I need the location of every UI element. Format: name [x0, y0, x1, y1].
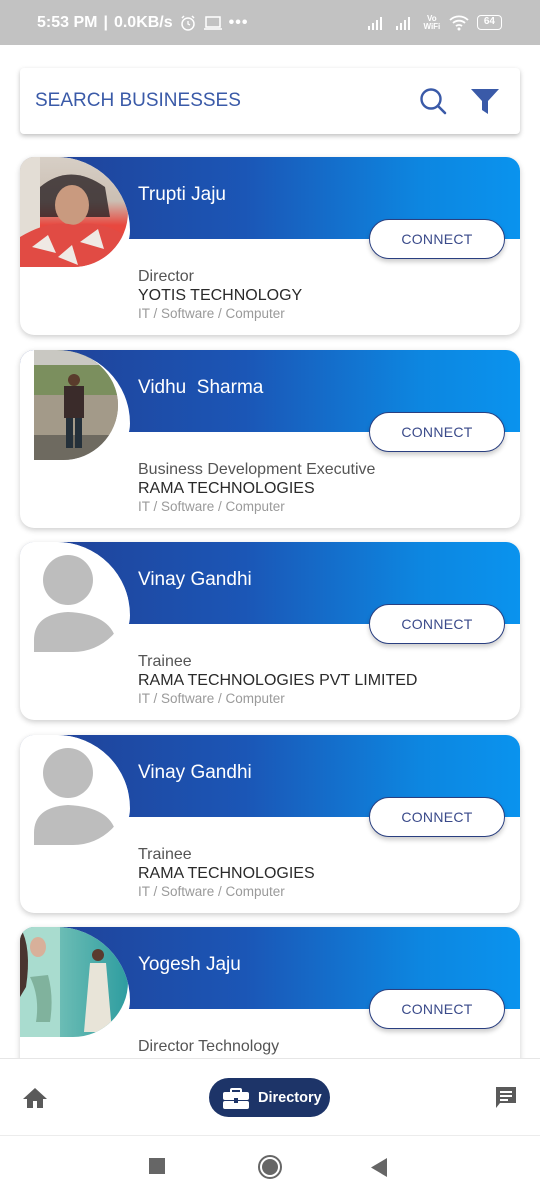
member-designation: Business Development Executive: [138, 461, 376, 478]
profile-photo: [20, 927, 112, 1037]
avatar[interactable]: [20, 735, 128, 845]
signal-icon: [367, 16, 382, 30]
back-triangle-icon: [371, 1158, 387, 1177]
member-info: Business Development Executive RAMA TECH…: [138, 460, 375, 516]
member-name: Vinay Gandhi: [138, 569, 252, 590]
square-icon: [149, 1158, 165, 1174]
member-designation: Trainee: [138, 846, 192, 863]
person-placeholder-icon: [34, 555, 116, 652]
nav-messages-button[interactable]: [494, 1085, 518, 1111]
filter-button[interactable]: [465, 81, 505, 121]
wifi-icon: [449, 15, 469, 30]
person-placeholder-icon: [34, 748, 116, 845]
avatar[interactable]: [20, 157, 128, 267]
home-button[interactable]: [257, 1154, 283, 1185]
connect-button[interactable]: CONNECT: [369, 797, 505, 837]
member-category: IT / Software / Computer: [138, 691, 285, 706]
bottom-navigation: Directory: [0, 1058, 540, 1136]
alarm-icon: [180, 14, 195, 31]
member-info: Director YOTIS TECHNOLOGY IT / Software …: [138, 267, 302, 323]
directory-card[interactable]: Vinay Gandhi CONNECT Trainee RAMA TECHNO…: [20, 542, 520, 720]
directory-card[interactable]: Yogesh Jaju CONNECT Director Technology: [20, 927, 520, 1058]
avatar[interactable]: [20, 927, 128, 1037]
signal-icon: [395, 16, 410, 30]
member-company: RAMA TECHNOLOGIES: [138, 480, 315, 497]
more-dots-icon: •••: [228, 13, 249, 31]
member-category: IT / Software / Computer: [138, 884, 285, 899]
filter-icon: [471, 89, 499, 114]
directory-card[interactable]: Trupti Jaju CONNECT Director YOTIS TECHN…: [20, 157, 520, 335]
vowifi-icon: Vo WiFi: [423, 13, 441, 31]
member-name: Trupti Jaju: [138, 184, 226, 205]
member-designation: Director: [138, 268, 195, 285]
circle-icon: [258, 1155, 282, 1179]
system-navigation-bar: [0, 1136, 540, 1200]
member-company: YOTIS TECHNOLOGY: [138, 287, 303, 304]
nav-directory-label: Directory: [258, 1089, 322, 1106]
profile-photo: [20, 157, 128, 267]
member-name: Vidhu Sharma: [138, 377, 264, 398]
connect-button[interactable]: CONNECT: [369, 412, 505, 452]
member-name: Yogesh Jaju: [138, 954, 241, 975]
member-category: IT / Software / Computer: [138, 499, 285, 514]
member-category: IT / Software / Computer: [138, 306, 285, 321]
nav-home-button[interactable]: [22, 1086, 48, 1110]
connect-button[interactable]: CONNECT: [369, 989, 505, 1029]
status-divider: |: [103, 13, 108, 31]
directory-card[interactable]: Vidhu Sharma CONNECT Business Developmen…: [20, 350, 520, 528]
directory-card[interactable]: Vinay Gandhi CONNECT Trainee RAMA TECHNO…: [20, 735, 520, 913]
directory-list[interactable]: Trupti Jaju CONNECT Director YOTIS TECHN…: [0, 145, 540, 1058]
nav-directory-button[interactable]: Directory: [209, 1078, 330, 1117]
chat-icon: [496, 1087, 516, 1108]
member-designation: Trainee: [138, 653, 192, 670]
back-button[interactable]: [371, 1158, 388, 1182]
connect-button[interactable]: CONNECT: [369, 219, 505, 259]
status-time: 5:53 PM: [37, 13, 98, 31]
recents-button[interactable]: [149, 1158, 166, 1180]
connect-button[interactable]: CONNECT: [369, 604, 505, 644]
search-icon: [420, 88, 447, 115]
search-bar: [20, 68, 520, 134]
search-button[interactable]: [413, 81, 453, 121]
member-company: RAMA TECHNOLOGIES: [138, 865, 315, 882]
member-info: Director Technology: [138, 1037, 279, 1056]
member-designation: Director Technology: [138, 1038, 280, 1055]
battery-icon: 64: [476, 15, 502, 30]
avatar[interactable]: [20, 542, 128, 652]
briefcase-icon: [223, 1087, 249, 1109]
network-speed: 0.0KB/s: [113, 13, 173, 31]
member-info: Trainee RAMA TECHNOLOGIES PVT LIMITED IT…: [138, 652, 417, 708]
search-input[interactable]: [35, 90, 401, 112]
member-company: RAMA TECHNOLOGIES PVT LIMITED: [138, 672, 418, 689]
member-info: Trainee RAMA TECHNOLOGIES IT / Software …: [138, 845, 315, 901]
laptop-icon: [203, 15, 222, 30]
home-icon: [23, 1088, 47, 1108]
status-bar: 5:53 PM | 0.0KB/s ••• Vo WiFi 64: [0, 0, 540, 45]
member-name: Vinay Gandhi: [138, 762, 252, 783]
